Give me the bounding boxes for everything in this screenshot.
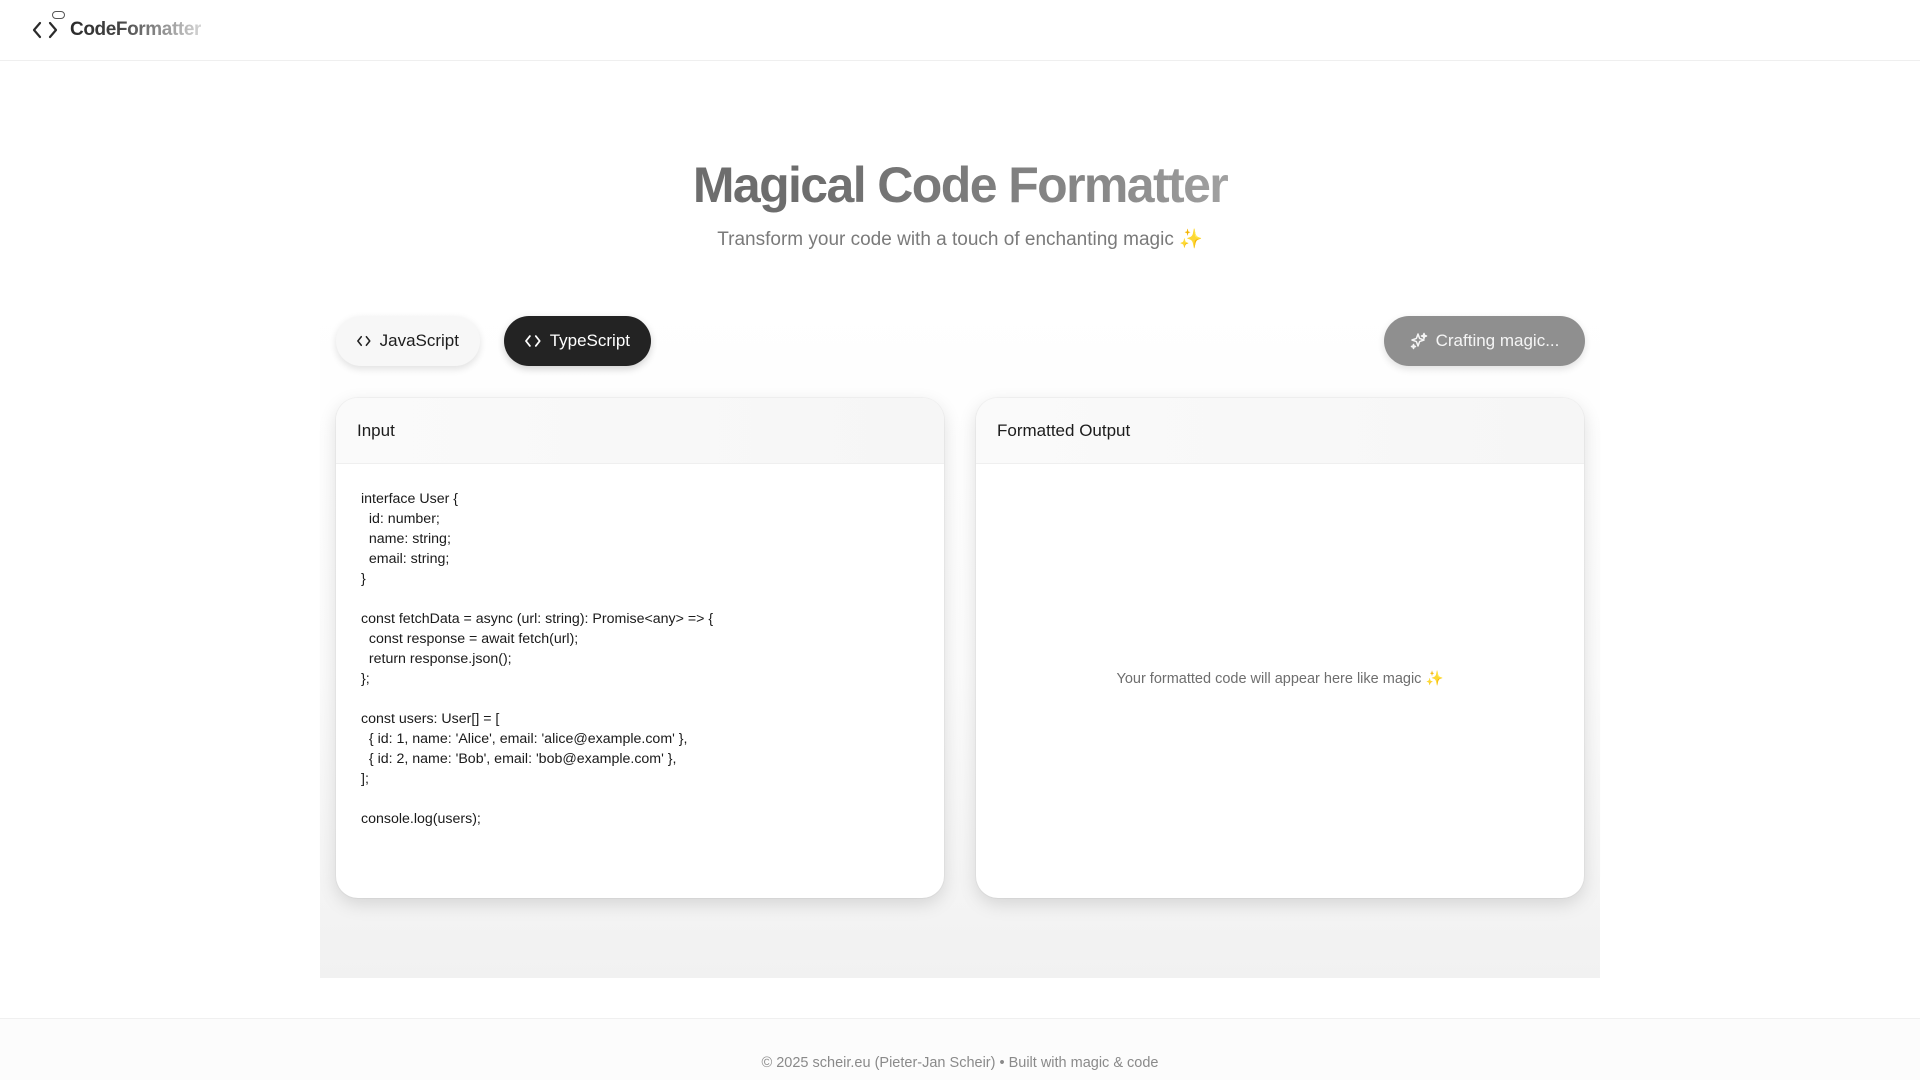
top-navbar: CodeFormatter: [0, 0, 1920, 61]
javascript-button-label: JavaScript: [379, 331, 459, 350]
page-title: Magical Code Formatter: [0, 156, 1920, 214]
output-placeholder: Your formatted code will appear here lik…: [1116, 671, 1444, 687]
format-button[interactable]: Crafting magic...: [1384, 316, 1585, 366]
output-panel-title: Formatted Output: [997, 421, 1131, 440]
cloud-icon: [52, 11, 65, 19]
page-subtitle: Transform your code with a touch of ench…: [717, 229, 1203, 250]
input-panel-title: Input: [357, 421, 395, 440]
input-panel: Input interface User { id: number; name:…: [336, 398, 944, 898]
footer-text: © 2025 scheir.eu (Pieter-Jan Scheir) • B…: [761, 1055, 1159, 1071]
code-brackets-icon: [525, 335, 541, 347]
input-panel-header: Input: [336, 398, 944, 464]
output-panel-header: Formatted Output: [976, 398, 1584, 464]
brand-logo-link[interactable]: CodeFormatter: [32, 11, 201, 46]
typescript-language-button[interactable]: TypeScript: [504, 316, 651, 366]
footer: © 2025 scheir.eu (Pieter-Jan Scheir) • B…: [0, 1018, 1920, 1080]
javascript-language-button[interactable]: JavaScript: [336, 316, 480, 366]
code-input-editor[interactable]: interface User { id: number; name: strin…: [361, 489, 713, 829]
typescript-button-label: TypeScript: [549, 331, 630, 350]
code-brackets-icon: [32, 11, 65, 43]
brand-name: CodeFormatter: [70, 19, 201, 40]
code-brackets-icon: [357, 335, 371, 347]
format-button-label: Crafting magic...: [1435, 331, 1560, 350]
output-panel: Formatted Output Your formatted code wil…: [976, 398, 1584, 898]
sparkles-icon: [1410, 332, 1427, 350]
